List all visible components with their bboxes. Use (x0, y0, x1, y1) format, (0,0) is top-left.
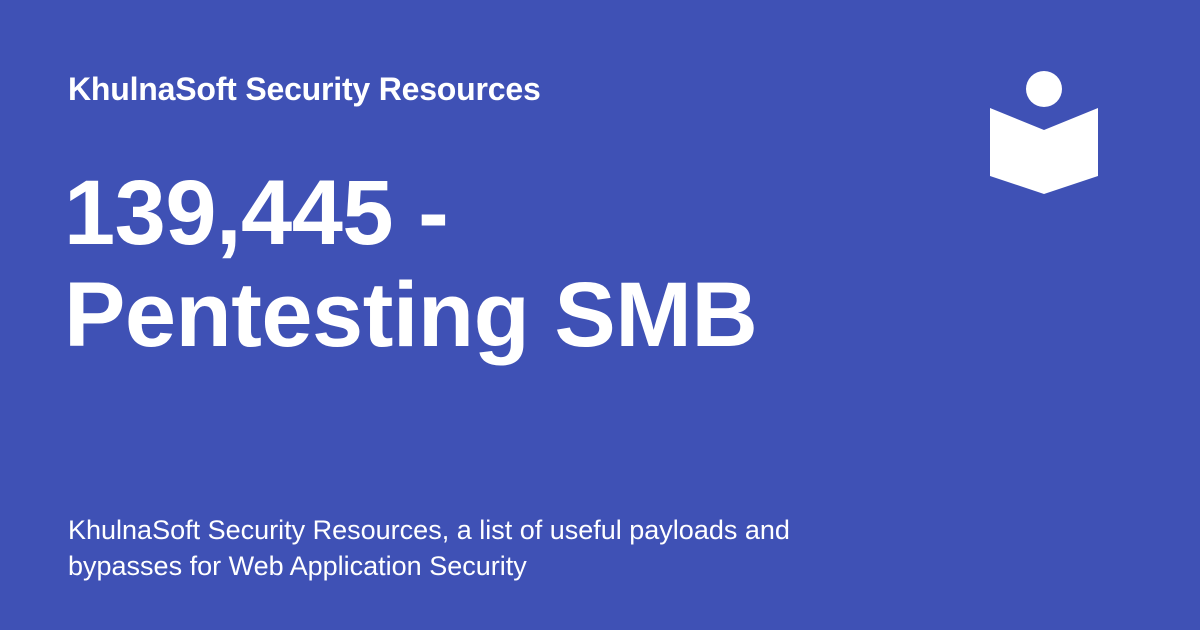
social-card: KhulnaSoft Security Resources 139,445 - … (0, 0, 1200, 630)
site-name: KhulnaSoft Security Resources (68, 71, 541, 107)
page-title-line-1: 139,445 - (64, 162, 449, 264)
page-title: 139,445 - Pentesting SMB (64, 162, 944, 366)
page-description: KhulnaSoft Security Resources, a list of… (68, 515, 790, 581)
page-title-line-2: Pentesting SMB (64, 264, 758, 366)
reader-book-icon (988, 70, 1100, 198)
